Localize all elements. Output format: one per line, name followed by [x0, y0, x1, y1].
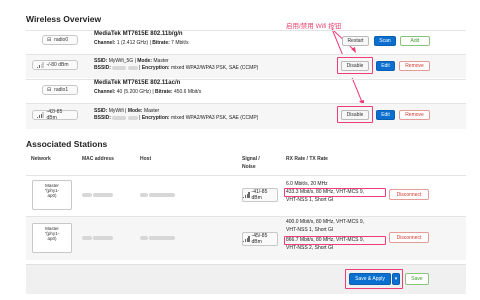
station2-signal: -45/-85 dBm	[242, 232, 278, 246]
col-noise: Noise	[242, 164, 256, 170]
remove-button-1[interactable]: Remove	[399, 61, 430, 71]
radio0-details: Channel: 1 (2.412 GHz) | Bitrate: 7 Mbit…	[94, 40, 189, 46]
disconnect-button-2[interactable]: Disconnect	[389, 232, 429, 243]
radio-icon: ⊟	[47, 87, 52, 93]
edit-button-2[interactable]: Edit	[376, 110, 395, 120]
wireless-overview-title: Wireless Overview	[26, 14, 102, 24]
highlight-tx-2	[284, 236, 386, 245]
restart-button[interactable]: Restart	[342, 36, 369, 46]
network2-signal-box: -42/-85 dBm	[32, 109, 78, 121]
radio0-name: MediaTek MT7615E 802.11b/g/n	[94, 31, 183, 37]
highlight-save-apply	[345, 269, 403, 289]
station2-mac	[82, 235, 114, 241]
radio-icon: ⊟	[47, 37, 52, 43]
highlight-box-1	[337, 57, 373, 74]
highlight-tx-1	[284, 188, 386, 197]
signal-bars-icon	[243, 192, 250, 198]
col-signal: Signal /	[242, 156, 260, 162]
col-network: Network	[31, 156, 51, 162]
col-rates: RX Rate / TX Rate	[286, 156, 328, 162]
radio1-details: Channel: 40 (5.200 GHz) | Bitrate: 450.6…	[94, 89, 202, 95]
station2-host	[140, 235, 176, 241]
radio1-row	[26, 79, 466, 101]
col-host: Host	[140, 156, 152, 162]
signal-bars-icon	[37, 62, 44, 68]
associated-stations-title: Associated Stations	[26, 139, 108, 149]
station1-mac	[82, 192, 114, 198]
radio1-name: MediaTek MT7615E 802.11ac/n	[94, 80, 181, 86]
station2-rx1: 400.0 Mbit/s, 80 MHz, VHT-MCS 9,	[286, 219, 365, 225]
disconnect-button-1[interactable]: Disconnect	[389, 189, 429, 200]
station1-network: Master "(phy1- ap0)	[32, 180, 72, 210]
station2-tx2: VHT-NSS 2, Short GI	[286, 245, 334, 251]
scan-button[interactable]: Scan	[374, 36, 396, 46]
save-button[interactable]: Save	[405, 273, 429, 285]
station1-tx2: VHT-NSS 1, Short GI	[286, 197, 334, 203]
station2-network: Master "(phy1- ap0)	[32, 223, 72, 253]
network1-signal-box: -/-80 dBm	[32, 60, 78, 70]
radio0-device: ⊟ radio0	[42, 35, 78, 45]
edit-button-1[interactable]: Edit	[376, 61, 395, 71]
station1-host	[140, 192, 176, 198]
signal-bars-icon	[243, 236, 250, 242]
col-mac: MAC address	[82, 156, 114, 162]
station1-signal: -41/-85 dBm	[242, 188, 278, 202]
signal-bars-icon	[37, 112, 44, 118]
radio1-device: ⊟ radio1	[42, 85, 78, 95]
station2-rx2: VHT-NSS 1, Short GI	[286, 227, 334, 233]
network2-bssid: BSSID: | Encryption: mixed WPA2/WPA3 PSK…	[94, 115, 259, 121]
highlight-box-2	[337, 106, 373, 123]
add-button[interactable]: Add	[400, 36, 430, 46]
remove-button-2[interactable]: Remove	[399, 110, 430, 120]
network1-bssid: BSSID: | Encryption: mixed WPA2/WPA3 PSK…	[94, 65, 259, 71]
